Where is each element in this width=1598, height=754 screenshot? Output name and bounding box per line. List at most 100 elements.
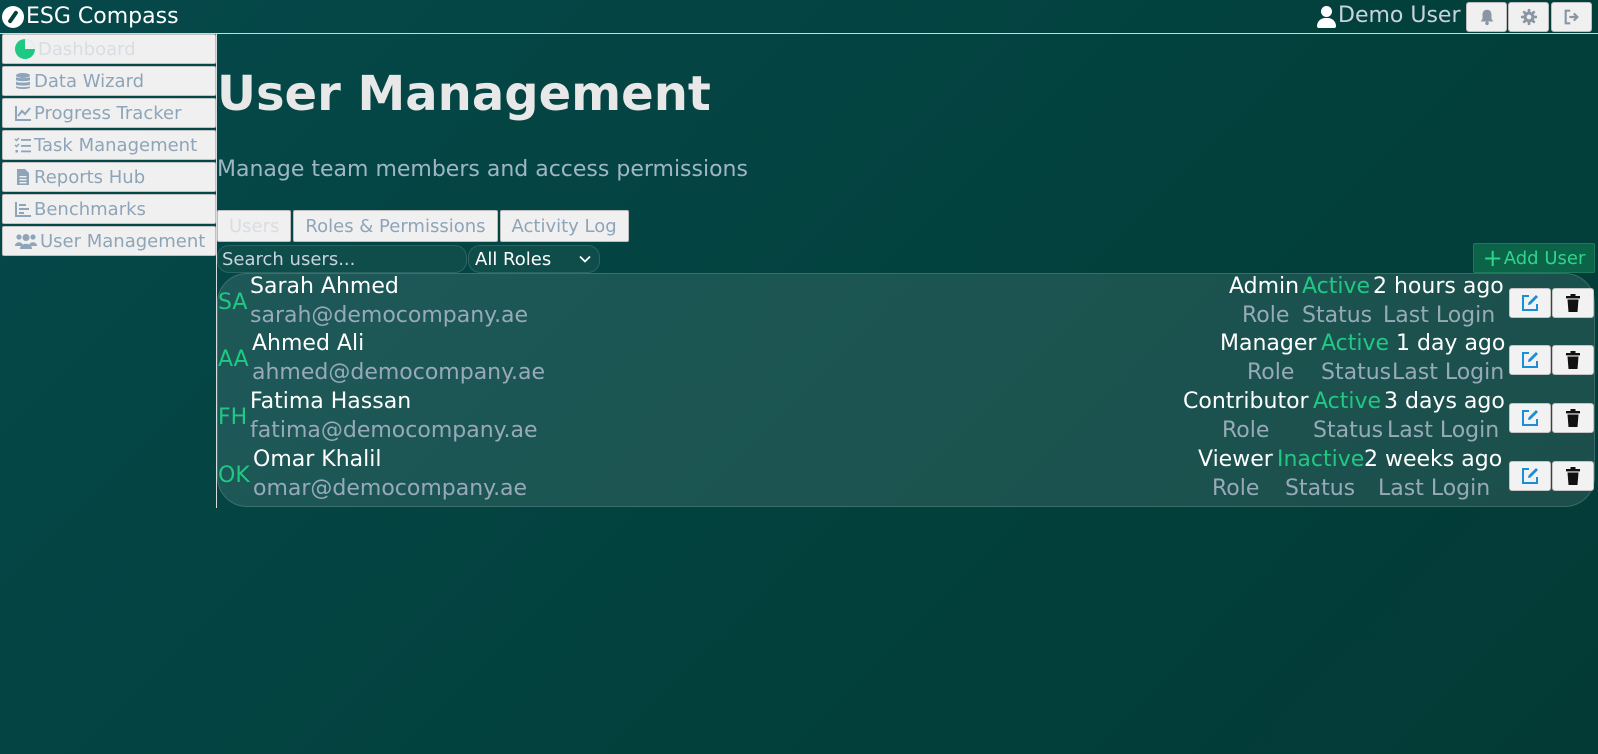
user-name: Sarah Ahmed (250, 274, 399, 299)
avatar: OK (218, 463, 250, 488)
page-title: User Management (217, 66, 711, 122)
user-role: Manager (1220, 331, 1317, 356)
sidebar-item-data-wizard[interactable]: Data Wizard (2, 66, 216, 96)
user-last-login: 2 weeks ago (1364, 447, 1503, 472)
avatar: AA (218, 347, 249, 372)
tab-activity-log[interactable]: Activity Log (499, 210, 629, 242)
sidebar-item-dashboard[interactable]: Dashboard (2, 34, 216, 64)
user-status: Inactive (1277, 447, 1365, 472)
add-user-button[interactable]: + Add User (1473, 243, 1595, 273)
compass-icon (2, 5, 24, 28)
status-label: Status (1321, 360, 1392, 385)
role-label: Role (1247, 360, 1295, 385)
avatar: SA (218, 290, 248, 315)
notifications-button[interactable] (1466, 2, 1507, 32)
sidebar-item-label: Dashboard (38, 38, 136, 60)
user-status: Active (1302, 274, 1371, 299)
edit-user-button[interactable] (1509, 345, 1551, 375)
user-icon (1316, 4, 1336, 28)
delete-user-button[interactable] (1552, 461, 1594, 491)
list-item: FH Fatima Hassan fatima@democompany.ae C… (218, 389, 1596, 447)
role-label: Role (1212, 476, 1260, 501)
list-item: AA Ahmed Ali ahmed@democompany.ae Manage… (218, 331, 1596, 389)
top-bar: ESG Compass Demo User (0, 0, 1598, 34)
plus-icon: + (1482, 244, 1503, 272)
sidebar-item-label: Benchmarks (34, 198, 146, 220)
last-login-label: Last Login (1383, 303, 1496, 328)
tab-users[interactable]: Users (217, 210, 292, 242)
sidebar-item-task-management[interactable]: Task Management (2, 130, 216, 160)
user-list: SA Sarah Ahmed sarah@democompany.ae Admi… (217, 273, 1595, 507)
chevron-down-icon (579, 255, 591, 263)
user-last-login: 2 hours ago (1373, 274, 1504, 299)
last-login-label: Last Login (1378, 476, 1491, 501)
edit-icon (1522, 468, 1538, 484)
user-last-login: 3 days ago (1384, 389, 1505, 414)
user-last-login: 1 day ago (1396, 331, 1506, 356)
sidebar-item-label: User Management (40, 230, 206, 252)
edit-icon (1522, 352, 1538, 368)
gear-icon (1520, 8, 1537, 26)
tab-bar: Users Roles & Permissions Activity Log (217, 210, 631, 242)
sidebar-item-reports-hub[interactable]: Reports Hub (2, 162, 216, 192)
user-email: omar@democompany.ae (253, 476, 528, 501)
bar-chart-icon (15, 202, 31, 217)
user-email: sarah@democompany.ae (250, 303, 529, 328)
last-login-label: Last Login (1387, 418, 1500, 443)
user-name: Omar Khalil (253, 447, 382, 472)
sidebar-item-label: Data Wizard (34, 70, 145, 92)
role-label: Role (1242, 303, 1290, 328)
user-role: Viewer (1198, 447, 1273, 472)
edit-icon (1522, 410, 1538, 426)
delete-user-button[interactable] (1552, 403, 1594, 433)
trash-icon (1566, 294, 1580, 312)
last-login-label: Last Login (1392, 360, 1505, 385)
sidebar: Dashboard Data Wizard Progress Tracker T… (2, 34, 216, 258)
sidebar-item-label: Reports Hub (34, 166, 146, 188)
tab-roles-permissions[interactable]: Roles & Permissions (293, 210, 498, 242)
sidebar-item-progress-tracker[interactable]: Progress Tracker (2, 98, 216, 128)
role-label: Role (1222, 418, 1270, 443)
user-name: Ahmed Ali (252, 331, 365, 356)
search-input[interactable] (217, 245, 467, 273)
edit-user-button[interactable] (1509, 288, 1551, 318)
status-label: Status (1302, 303, 1373, 328)
list-item: SA Sarah Ahmed sarah@democompany.ae Admi… (218, 274, 1596, 332)
edit-user-button[interactable] (1509, 403, 1551, 433)
user-email: fatima@democompany.ae (250, 418, 538, 443)
sidebar-item-benchmarks[interactable]: Benchmarks (2, 194, 216, 224)
avatar: FH (218, 405, 248, 430)
delete-user-button[interactable] (1552, 288, 1594, 318)
task-list-icon (14, 137, 31, 153)
role-filter-select[interactable]: All Roles (468, 245, 600, 273)
user-name: Demo User (1338, 3, 1461, 28)
list-item: OK Omar Khalil omar@democompany.ae Viewe… (218, 447, 1596, 505)
user-role: Admin (1229, 274, 1300, 299)
app-title: ESG Compass (26, 4, 179, 29)
sidebar-item-label: Task Management (34, 134, 198, 156)
page-subtitle: Manage team members and access permissio… (217, 157, 748, 182)
trash-icon (1566, 467, 1580, 485)
sidebar-item-label: Progress Tracker (34, 102, 182, 124)
database-icon (16, 73, 30, 89)
edit-user-button[interactable] (1509, 461, 1551, 491)
user-status: Active (1313, 389, 1382, 414)
delete-user-button[interactable] (1552, 345, 1594, 375)
chart-pie-icon (15, 39, 35, 59)
edit-icon (1522, 295, 1538, 311)
users-icon (15, 234, 37, 249)
sidebar-item-user-management[interactable]: User Management (2, 226, 216, 256)
line-chart-icon (15, 106, 31, 121)
user-status: Active (1321, 331, 1390, 356)
user-menu[interactable]: Demo User (1316, 3, 1461, 28)
brand[interactable]: ESG Compass (2, 4, 179, 29)
add-user-label: Add User (1503, 247, 1586, 269)
settings-button[interactable] (1508, 2, 1549, 32)
logout-icon (1564, 9, 1579, 25)
user-role: Contributor (1183, 389, 1309, 414)
user-name: Fatima Hassan (250, 389, 412, 414)
status-label: Status (1285, 476, 1356, 501)
file-icon (17, 169, 29, 185)
logout-button[interactable] (1551, 2, 1592, 32)
bell-icon (1480, 9, 1493, 26)
